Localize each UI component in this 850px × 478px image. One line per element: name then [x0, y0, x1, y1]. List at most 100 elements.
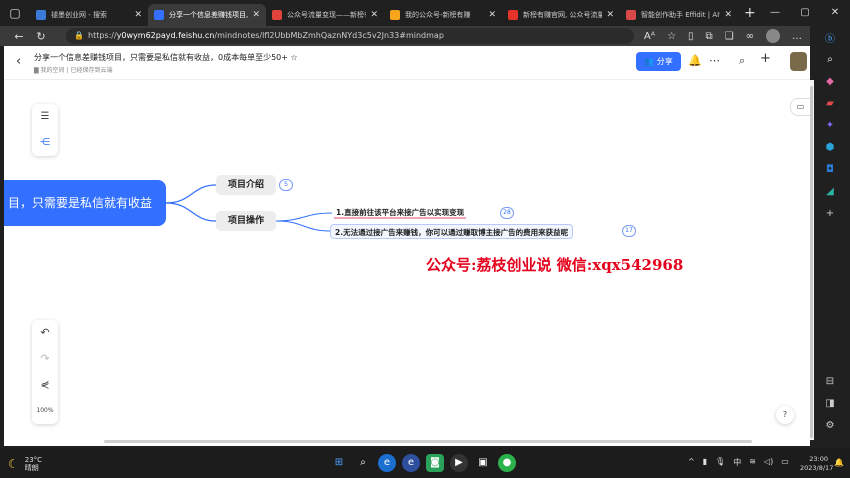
close-tab-icon[interactable]: ✕ — [252, 10, 260, 20]
collapsed-count-badge[interactable]: 28 — [500, 207, 514, 219]
window-controls: — ▢ ✕ — [760, 0, 850, 26]
refresh-icon[interactable]: ↻ — [30, 30, 52, 43]
url-prefix: https:// — [88, 31, 117, 40]
weather-widget[interactable]: ☾ 23°C 晴朗 — [8, 456, 42, 472]
maximize-icon[interactable]: ▢ — [790, 0, 820, 26]
tab-4[interactable]: 新榜有赚官网, 公众号流量 ✕ — [502, 4, 620, 26]
media-player-icon[interactable]: ▶ — [450, 454, 468, 472]
notification-icon[interactable]: 🔔 — [834, 458, 844, 467]
volume-icon[interactable]: ◁) — [764, 457, 773, 468]
cube-icon[interactable]: ⬢ — [810, 136, 850, 158]
minimize-icon[interactable]: — — [760, 0, 790, 26]
sidebar-toggle-icon[interactable]: ◨ — [810, 392, 850, 414]
tab-3[interactable]: 我的公众号-新榜有赚 ✕ — [384, 4, 502, 26]
split-screen-icon[interactable]: ▯ — [688, 31, 694, 42]
ime-indicator[interactable]: 中 — [733, 457, 741, 468]
copilot-icon[interactable]: ∞ — [746, 31, 754, 42]
mindmap-connectors — [165, 184, 333, 232]
more-icon[interactable]: … — [792, 31, 802, 42]
url-path: /mindnotes/lfl2UbbMbZmhQaznNYd3c5v2Jn33#… — [214, 31, 444, 40]
close-tab-icon[interactable]: ✕ — [134, 10, 142, 20]
leaf-node-2[interactable]: 2.无法通过接广告来赚钱，你可以通过赚取博主接广告的费用来获益呢 — [330, 224, 574, 239]
wifi-icon[interactable]: ≋ — [749, 457, 756, 468]
tab-favicon — [390, 10, 400, 20]
mindmap-root-node[interactable]: 目，只需要是私信就有收益 — [4, 180, 166, 226]
connector-ops-leaf1 — [275, 212, 333, 222]
tab-2[interactable]: 公众号流量变现——新榜有 ✕ — [266, 4, 384, 26]
tab-title: 公众号流量变现——新榜有 — [287, 11, 367, 19]
browser-tools: Aᴬ ☆ ▯ ⧉ ❏ ∞ … — [644, 29, 802, 43]
close-tab-icon[interactable]: ✕ — [606, 10, 614, 20]
taskbar-apps: ⊞ ⌕ e e ◙ ▶ ▣ ● — [330, 454, 516, 472]
tab-5[interactable]: 智能创作助手 Effidit | AI智能 ✕ — [620, 4, 738, 26]
tab-favicon — [36, 10, 46, 20]
tab-favicon — [154, 10, 164, 20]
temperature: 23°C — [24, 456, 43, 464]
vertical-scrollbar[interactable] — [810, 80, 814, 440]
watermark-text: 公众号:荔枝创业说 微信:xqx542968 — [426, 256, 684, 274]
wechat-icon[interactable]: ● — [498, 454, 516, 472]
node-project-operation[interactable]: 项目操作 — [216, 211, 276, 231]
node-project-intro[interactable]: 项目介绍 — [216, 175, 276, 195]
games-icon[interactable]: ✦ — [810, 114, 850, 136]
add-icon[interactable]: + — [810, 202, 850, 224]
tab-0[interactable]: 褪墨创业网 - 搜索 ✕ — [30, 4, 148, 26]
leaf-node-1[interactable]: 1.直接前往该平台来接广告以实现变现 — [334, 207, 467, 219]
battery-icon[interactable]: ▭ — [781, 457, 789, 468]
address-bar: ← ↻ 🔒 https://y0wym62payd.feishu.cn/mindn… — [0, 26, 810, 46]
clock[interactable]: 23:00 2023/8/17 — [800, 455, 834, 473]
extensions-icon[interactable]: ⧉ — [706, 31, 713, 42]
screenshot-icon[interactable]: ⊟ — [810, 370, 850, 392]
weather-condition: 晴朗 — [24, 464, 39, 472]
favorite-icon[interactable]: ☆ — [667, 31, 676, 42]
profile-icon[interactable] — [766, 29, 780, 43]
close-window-icon[interactable]: ✕ — [820, 0, 850, 26]
screen-capture-icon[interactable]: ▣ — [474, 454, 492, 472]
edge-sidebar: ⓑ ⌕ ◆ ▰ ✦ ⬢ ◘ ◢ + ⊟ ◨ ⚙ — [810, 26, 850, 448]
tray-app-icon[interactable]: ▮ — [703, 457, 707, 468]
bing-icon[interactable]: ⓑ — [810, 26, 850, 48]
connector-root-ops — [165, 202, 217, 222]
tab-1[interactable]: 分享一个信息差赚钱项目, ✕ — [148, 4, 266, 26]
settings-icon[interactable]: ⚙ — [810, 414, 850, 436]
back-icon[interactable]: ← — [8, 30, 30, 43]
microphone-icon[interactable]: 🎙 — [715, 457, 725, 468]
tray-expand-icon[interactable]: ^ — [688, 457, 695, 468]
wechat-work-icon[interactable]: ◙ — [426, 454, 444, 472]
tab-favicon — [626, 10, 636, 20]
outlook-icon[interactable]: ◘ — [810, 158, 850, 180]
edge-icon[interactable]: e — [378, 454, 396, 472]
system-tray: ^ ▮ 🎙 中 ≋ ◁) ▭ — [688, 457, 789, 468]
windows-taskbar: ☾ 23°C 晴朗 ⊞ ⌕ e e ◙ ▶ ▣ ● ^ ▮ 🎙 中 ≋ ◁) ▭ … — [0, 448, 850, 478]
lock-icon[interactable]: 🔒 — [74, 28, 84, 44]
shopping-icon[interactable]: ◢ — [810, 180, 850, 202]
edge-dev-icon[interactable]: e — [402, 454, 420, 472]
start-icon[interactable]: ⊞ — [330, 454, 348, 472]
url-field[interactable]: 🔒 https://y0wym62payd.feishu.cn/mindnotes… — [66, 28, 634, 44]
close-tab-icon[interactable]: ✕ — [370, 10, 378, 20]
search-icon[interactable]: ⌕ — [810, 48, 850, 70]
collapsed-count-badge[interactable]: 5 — [279, 179, 293, 191]
horizontal-scrollbar[interactable] — [104, 440, 752, 443]
date: 2023/8/17 — [800, 464, 834, 472]
tab-title: 新榜有赚官网, 公众号流量 — [523, 11, 603, 19]
close-tab-icon[interactable]: ✕ — [488, 10, 496, 20]
tab-actions-icon[interactable]: ▢ — [0, 0, 30, 26]
close-tab-icon[interactable]: ✕ — [724, 10, 732, 20]
tab-title: 智能创作助手 Effidit | AI智能 — [641, 11, 720, 19]
new-tab-icon[interactable]: + — [744, 5, 756, 21]
collections-icon[interactable]: ❏ — [725, 31, 734, 42]
moon-icon: ☾ — [8, 457, 19, 471]
tools-icon[interactable]: ▰ — [810, 92, 850, 114]
collapsed-count-badge[interactable]: 17 — [622, 225, 636, 237]
tab-favicon — [272, 10, 282, 20]
url-host: y0wym62payd.feishu.cn — [116, 31, 215, 40]
search-icon[interactable]: ⌕ — [354, 454, 372, 472]
feishu-mindnote-page: ‹ 分享一个信息差赚钱项目，只需要是私信就有收益，0成本每单至少50+ ☆ ▇ … — [4, 46, 814, 446]
scrollbar-thumb[interactable] — [810, 86, 813, 438]
read-aloud-icon[interactable]: Aᴬ — [644, 31, 655, 42]
tag-icon[interactable]: ◆ — [810, 70, 850, 92]
connector-ops-leaf2 — [275, 220, 331, 232]
tab-title: 分享一个信息差赚钱项目, — [169, 11, 249, 19]
tab-title: 我的公众号-新榜有赚 — [405, 11, 471, 19]
